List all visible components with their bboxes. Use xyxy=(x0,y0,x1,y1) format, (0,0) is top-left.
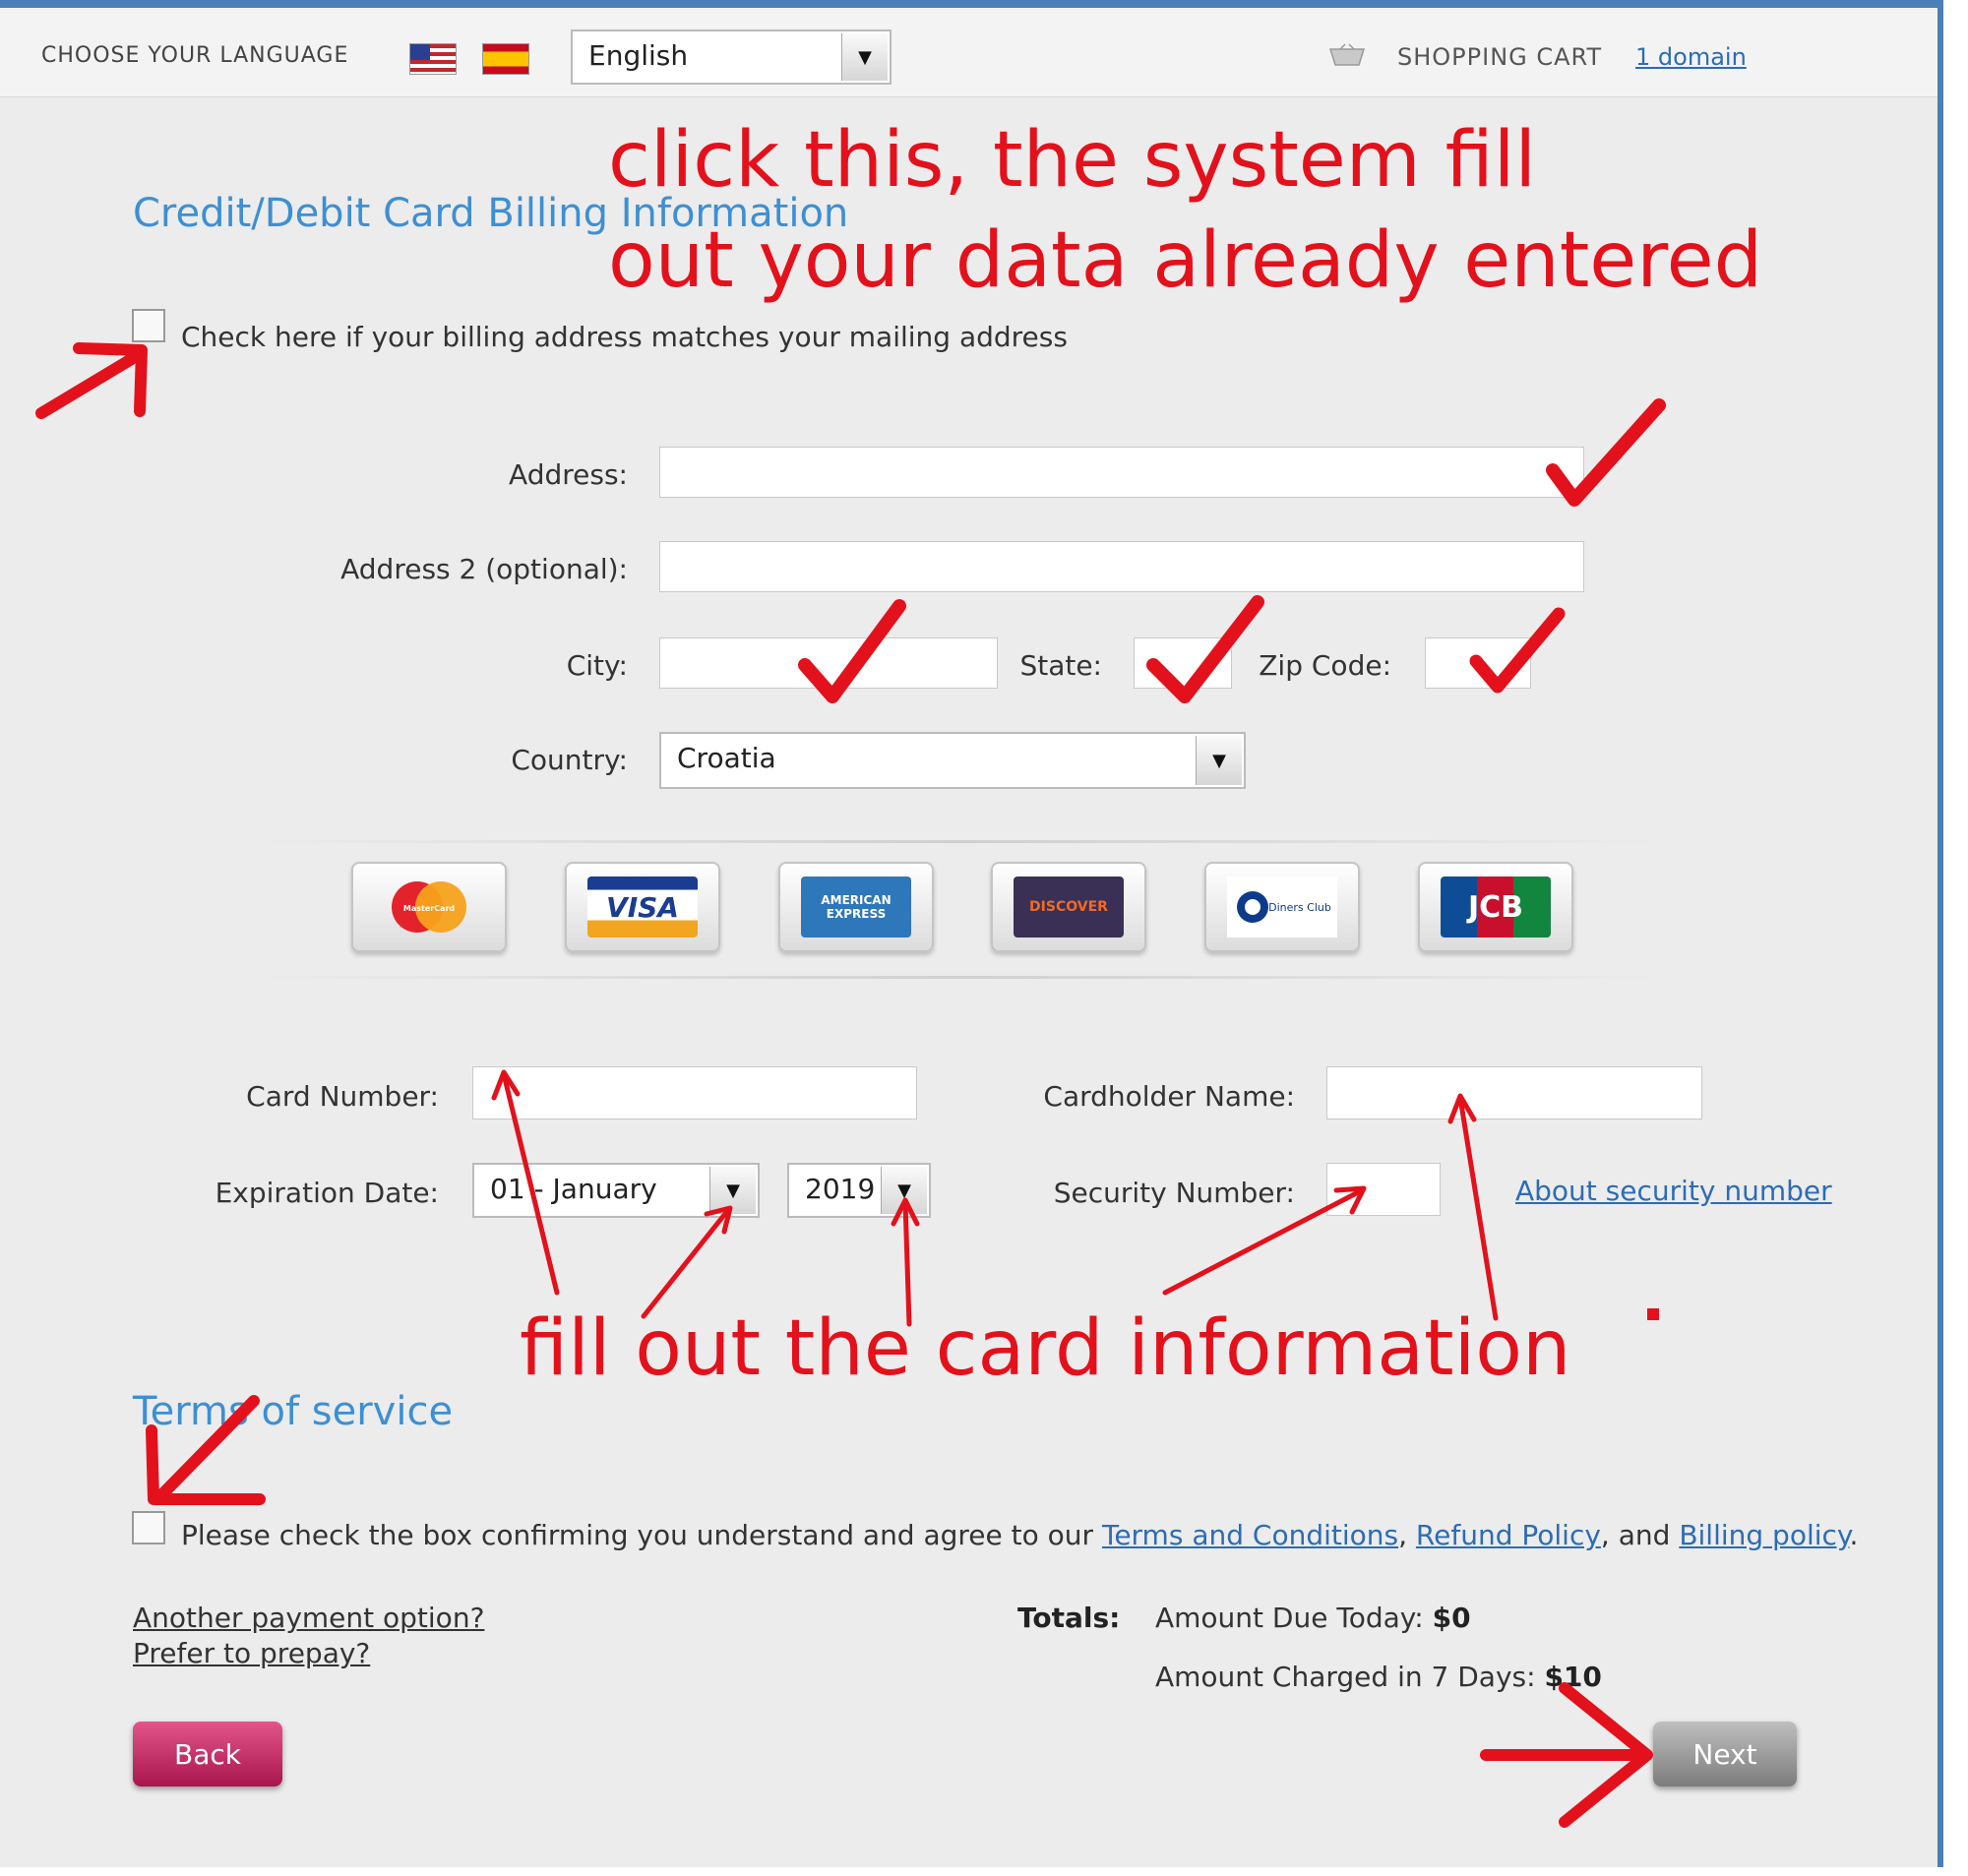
exp-month-select[interactable]: 01 - January ▼ xyxy=(472,1163,760,1218)
chevron-down-icon[interactable]: ▼ xyxy=(841,33,888,81)
card-label: JCB xyxy=(1441,877,1551,938)
cart-icon xyxy=(1328,43,1366,66)
country-select[interactable]: Croatia ▼ xyxy=(659,732,1246,789)
sep-and: , and xyxy=(1600,1519,1671,1551)
browser-frame: CHOOSE YOUR LANGUAGE English ▼ SHOPPING … xyxy=(0,0,1943,1867)
arrow-to-checkbox-icon xyxy=(35,342,148,419)
same-address-checkbox[interactable] xyxy=(132,309,165,342)
divider-bottom xyxy=(251,976,1668,979)
language-label: CHOOSE YOUR LANGUAGE xyxy=(41,43,349,68)
due-today-row: Amount Due Today: $0 xyxy=(1155,1602,1471,1634)
due-today-value: $0 xyxy=(1432,1602,1471,1634)
cardholder-input[interactable] xyxy=(1326,1066,1702,1120)
sep-comma: , xyxy=(1398,1519,1408,1551)
expiration-label: Expiration Date: xyxy=(215,1177,439,1209)
due-today-label: Amount Due Today: xyxy=(1155,1602,1424,1634)
chevron-down-icon[interactable]: ▼ xyxy=(1196,736,1242,785)
charged-label: Amount Charged in 7 Days: xyxy=(1155,1661,1536,1693)
language-select[interactable]: English ▼ xyxy=(571,30,892,85)
visa-icon[interactable]: VISA xyxy=(565,862,720,952)
state-label: State: xyxy=(1019,649,1102,682)
card-label: Diners Club xyxy=(1268,901,1331,914)
country-label: Country: xyxy=(511,744,628,776)
discover-icon[interactable]: DISCOVER xyxy=(991,862,1146,952)
agree-terms-label: Please check the box confirming you unde… xyxy=(181,1519,1094,1551)
another-payment-link[interactable]: Another payment option? xyxy=(133,1602,484,1634)
refund-link[interactable]: Refund Policy xyxy=(1416,1519,1601,1551)
charged-value: $10 xyxy=(1544,1661,1602,1693)
city-label: City: xyxy=(566,649,628,682)
card-label: VISA xyxy=(587,877,698,938)
arrow-exp-month-icon xyxy=(641,1205,733,1319)
billing-policy-link[interactable]: Billing policy xyxy=(1679,1519,1849,1551)
same-address-label: Check here if your billing address match… xyxy=(181,321,1068,353)
cardholder-label: Cardholder Name: xyxy=(1043,1080,1295,1113)
us-flag-icon[interactable] xyxy=(409,43,457,75)
prepay-link[interactable]: Prefer to prepay? xyxy=(133,1637,370,1669)
amex-icon[interactable]: AMERICAN EXPRESS xyxy=(778,862,934,952)
exp-month-value: 01 - January xyxy=(490,1173,657,1205)
language-select-value: English xyxy=(588,39,689,72)
mastercard-icon[interactable]: MasterCard xyxy=(351,862,507,952)
card-label: DISCOVER xyxy=(1014,877,1124,938)
address2-input[interactable] xyxy=(659,541,1584,592)
diners-icon[interactable]: Diners Club xyxy=(1204,862,1360,952)
charged-row: Amount Charged in 7 Days: $10 xyxy=(1155,1661,1602,1693)
agree-terms-checkbox[interactable] xyxy=(132,1511,165,1544)
annotation-line-2: out your data already entered xyxy=(608,216,1763,305)
arrow-to-next-icon xyxy=(1480,1682,1653,1828)
about-security-link[interactable]: About security number xyxy=(1515,1175,1832,1207)
back-button[interactable]: Back xyxy=(133,1722,282,1786)
totals-label: Totals: xyxy=(1017,1602,1121,1634)
state-input[interactable] xyxy=(1134,637,1232,689)
agree-terms-text: Please check the box confirming you unde… xyxy=(181,1519,1858,1551)
security-label: Security Number: xyxy=(1053,1177,1295,1209)
exp-year-value: 2019 xyxy=(805,1173,876,1205)
card-number-input[interactable] xyxy=(472,1066,917,1120)
address2-label: Address 2 (optional): xyxy=(340,553,628,585)
terms-title: Terms of service xyxy=(133,1389,454,1434)
arrow-cardholder-icon xyxy=(1447,1093,1499,1321)
zip-label: Zip Code: xyxy=(1259,649,1391,682)
card-label: MasterCard xyxy=(403,904,456,913)
annotation-line-3: fill out the card information xyxy=(520,1304,1571,1393)
exp-year-select[interactable]: 2019 ▼ xyxy=(787,1163,931,1218)
chevron-down-icon[interactable]: ▼ xyxy=(881,1167,927,1214)
sep-end: . xyxy=(1849,1519,1859,1551)
red-dot-icon xyxy=(1647,1308,1659,1320)
city-input[interactable] xyxy=(659,637,998,689)
language-bar: CHOOSE YOUR LANGUAGE English ▼ SHOPPING … xyxy=(0,8,1937,97)
annotation-line-1: click this, the system fill xyxy=(608,116,1537,205)
security-input[interactable] xyxy=(1326,1163,1441,1216)
address-input[interactable] xyxy=(659,447,1584,498)
country-select-value: Croatia xyxy=(677,742,776,774)
zip-input[interactable] xyxy=(1425,637,1531,689)
jcb-icon[interactable]: JCB xyxy=(1418,862,1573,952)
divider-top xyxy=(251,840,1668,843)
spain-flag-icon[interactable] xyxy=(482,43,529,75)
card-label: AMERICAN EXPRESS xyxy=(801,877,911,938)
address-label: Address: xyxy=(509,458,628,491)
next-button[interactable]: Next xyxy=(1653,1722,1797,1786)
cart-domain-link[interactable]: 1 domain xyxy=(1635,43,1747,71)
chevron-down-icon[interactable]: ▼ xyxy=(709,1167,756,1214)
shopping-cart-label: SHOPPING CART xyxy=(1397,43,1603,71)
terms-link[interactable]: Terms and Conditions xyxy=(1102,1519,1398,1551)
card-number-label: Card Number: xyxy=(246,1080,439,1113)
